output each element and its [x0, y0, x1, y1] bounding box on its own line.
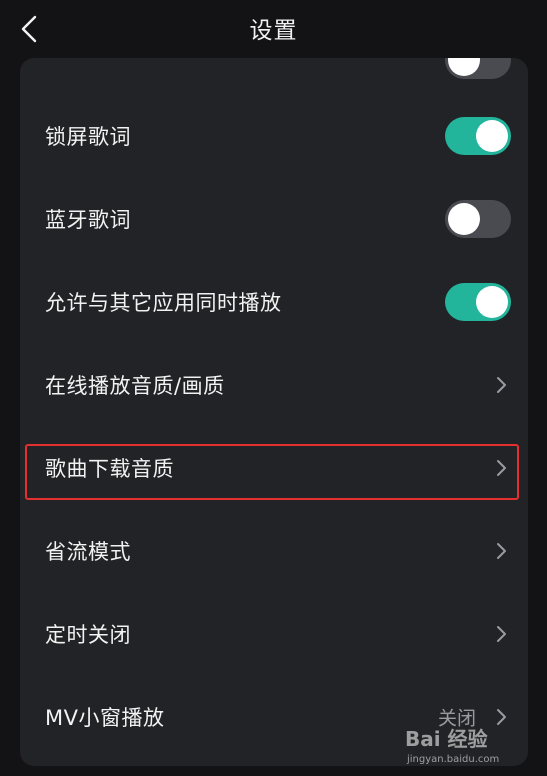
watermark-text: Bai 经验 — [405, 727, 488, 751]
settings-row-data-saver[interactable]: 省流模式 — [20, 509, 528, 592]
settings-row-online-quality[interactable]: 在线播放音质/画质 — [20, 343, 528, 426]
toggle-bluetooth-lyrics[interactable] — [445, 199, 511, 238]
settings-row-mix-playback[interactable]: 允许与其它应用同时播放 — [20, 260, 528, 343]
row-label: 允许与其它应用同时播放 — [45, 290, 282, 315]
chevron-right-icon — [497, 459, 506, 476]
toggle-knob — [448, 58, 480, 76]
header: 设置 — [0, 0, 547, 62]
row-label: 省流模式 — [45, 539, 131, 564]
settings-row-sleep-timer[interactable]: 定时关闭 — [20, 592, 528, 675]
toggle-mix-playback[interactable] — [445, 282, 511, 321]
chevron-right-icon — [497, 376, 506, 393]
toggle-knob — [476, 285, 508, 318]
settings-row-bluetooth-lyrics[interactable]: 蓝牙歌词 — [20, 177, 528, 260]
row-label: 蓝牙歌词 — [45, 207, 131, 232]
settings-row-lockscreen-lyrics[interactable]: 锁屏歌词 — [20, 94, 528, 177]
chevron-right-icon — [497, 625, 506, 642]
row-label: 在线播放音质/画质 — [45, 373, 225, 398]
toggle-knob — [448, 202, 480, 235]
baidu-jingyan-watermark: Bai 经验 jingyan.baidu.com — [405, 727, 499, 765]
toggle-cutoff[interactable] — [445, 58, 511, 79]
row-label: MV小窗播放 — [45, 705, 165, 730]
toggle-lockscreen-lyrics[interactable] — [445, 116, 511, 155]
settings-row-download-quality[interactable]: 歌曲下载音质 — [20, 426, 528, 509]
settings-card: 锁屏歌词 蓝牙歌词 允许与其它应用同时播放 在线播放音质/画质 歌曲下载音质 省… — [20, 58, 528, 766]
chevron-right-icon — [497, 542, 506, 559]
page-title: 设置 — [249, 18, 298, 44]
settings-screen: 设置 锁屏歌词 蓝牙歌词 允许与其它应用同时播放 在线播放音质/画质 歌曲下载音… — [0, 0, 547, 776]
row-label: 定时关闭 — [45, 622, 131, 647]
row-label: 歌曲下载音质 — [45, 456, 174, 481]
watermark-url: jingyan.baidu.com — [406, 754, 499, 765]
toggle-knob — [476, 119, 508, 152]
row-label: 锁屏歌词 — [45, 124, 131, 149]
